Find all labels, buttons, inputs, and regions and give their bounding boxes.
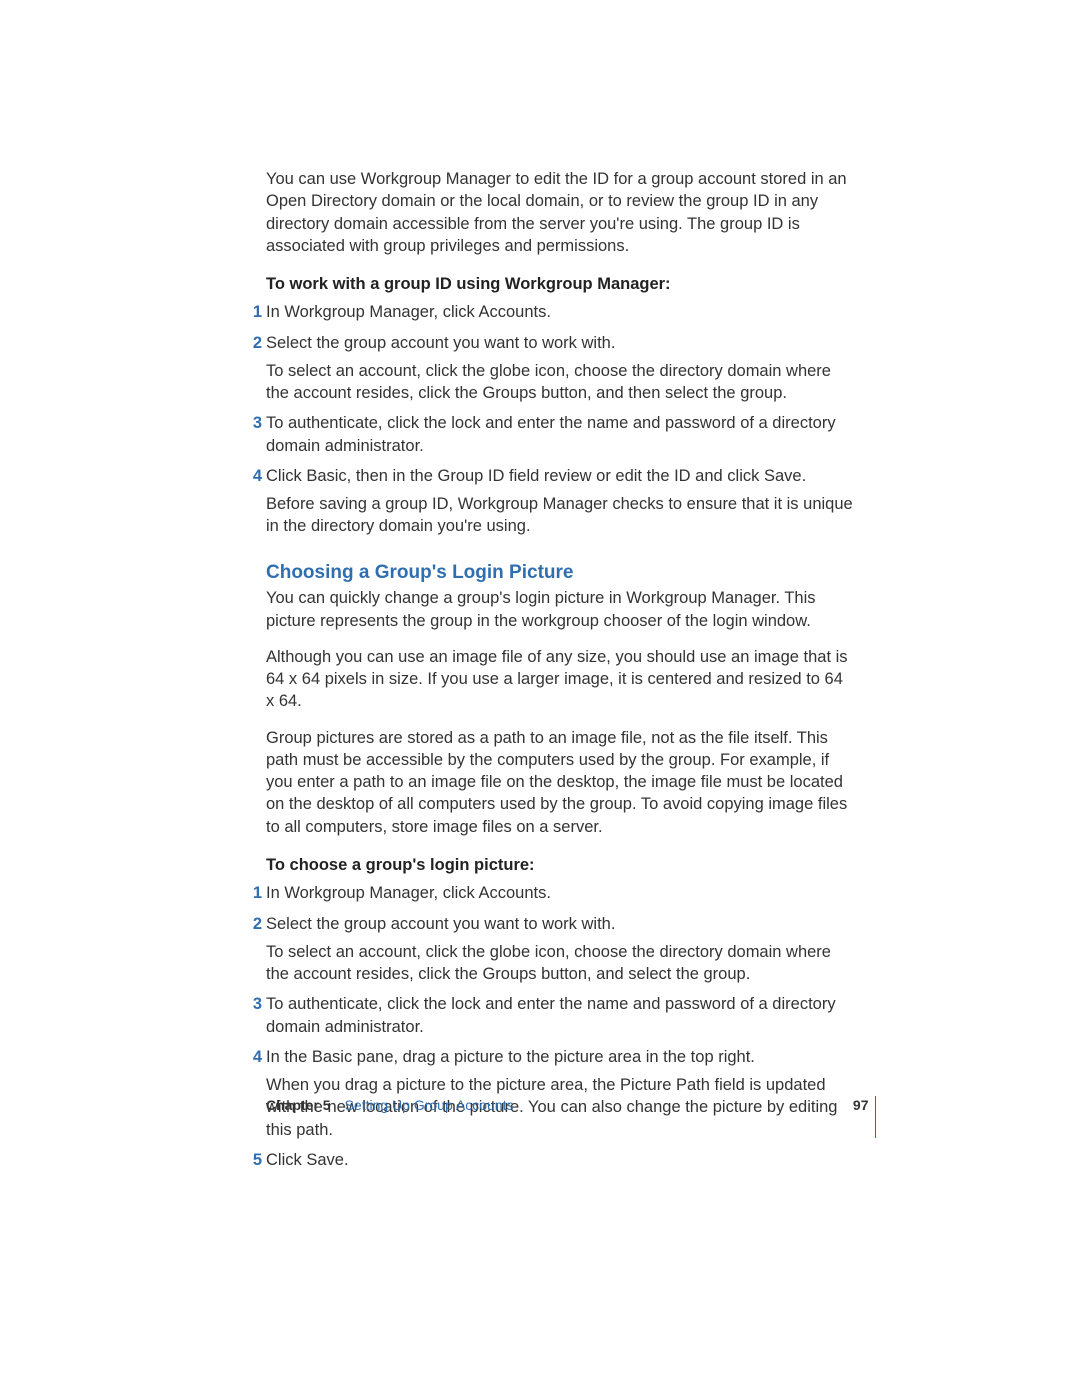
footer-chapter: Chapter 5 (266, 1096, 331, 1115)
step-text: To select an account, click the globe ic… (266, 941, 854, 986)
step: 5 Click Save. (266, 1149, 854, 1171)
step: 3 To authenticate, click the lock and en… (266, 412, 854, 457)
step-text: To authenticate, click the lock and ente… (266, 993, 854, 1038)
step-text: In Workgroup Manager, click Accounts. (266, 882, 854, 904)
section-heading: Choosing a Group's Login Picture (266, 560, 854, 586)
step: 1 In Workgroup Manager, click Accounts. (266, 301, 854, 323)
step-number: 2 (246, 332, 262, 354)
section-paragraph: Although you can use an image file of an… (266, 646, 854, 713)
page-number: 97 (853, 1096, 869, 1115)
page-body: You can use Workgroup Manager to edit th… (266, 168, 854, 1179)
step-text: Click Basic, then in the Group ID field … (266, 465, 854, 487)
step-number: 4 (246, 465, 262, 487)
step-text: In Workgroup Manager, click Accounts. (266, 301, 854, 323)
step-text: In the Basic pane, drag a picture to the… (266, 1046, 854, 1068)
footer-rule (875, 1096, 877, 1138)
step-number: 4 (246, 1046, 262, 1068)
step-text: To select an account, click the globe ic… (266, 360, 854, 405)
step-text: Click Save. (266, 1149, 854, 1171)
procedure1-heading: To work with a group ID using Workgroup … (266, 273, 854, 295)
footer-chapter-title: Setting Up Group Accounts (345, 1096, 514, 1115)
step: 1 In Workgroup Manager, click Accounts. (266, 882, 854, 904)
step: 2 Select the group account you want to w… (266, 913, 854, 986)
section-paragraph: Group pictures are stored as a path to a… (266, 727, 854, 838)
step: 3 To authenticate, click the lock and en… (266, 993, 854, 1038)
step-number: 1 (246, 882, 262, 904)
step-number: 5 (246, 1149, 262, 1171)
intro-paragraph: You can use Workgroup Manager to edit th… (266, 168, 854, 257)
step-text: Select the group account you want to wor… (266, 332, 854, 354)
step-number: 1 (246, 301, 262, 323)
step-text: To authenticate, click the lock and ente… (266, 412, 854, 457)
step-number: 3 (246, 993, 262, 1015)
step: 4 Click Basic, then in the Group ID fiel… (266, 465, 854, 538)
step-text: Select the group account you want to wor… (266, 913, 854, 935)
page-footer: Chapter 5 Setting Up Group Accounts 97 (266, 1096, 876, 1138)
section-paragraph: You can quickly change a group's login p… (266, 587, 854, 632)
step-text: Before saving a group ID, Workgroup Mana… (266, 493, 854, 538)
procedure2-heading: To choose a group's login picture: (266, 854, 854, 876)
step-number: 3 (246, 412, 262, 434)
step-number: 2 (246, 913, 262, 935)
step: 2 Select the group account you want to w… (266, 332, 854, 405)
